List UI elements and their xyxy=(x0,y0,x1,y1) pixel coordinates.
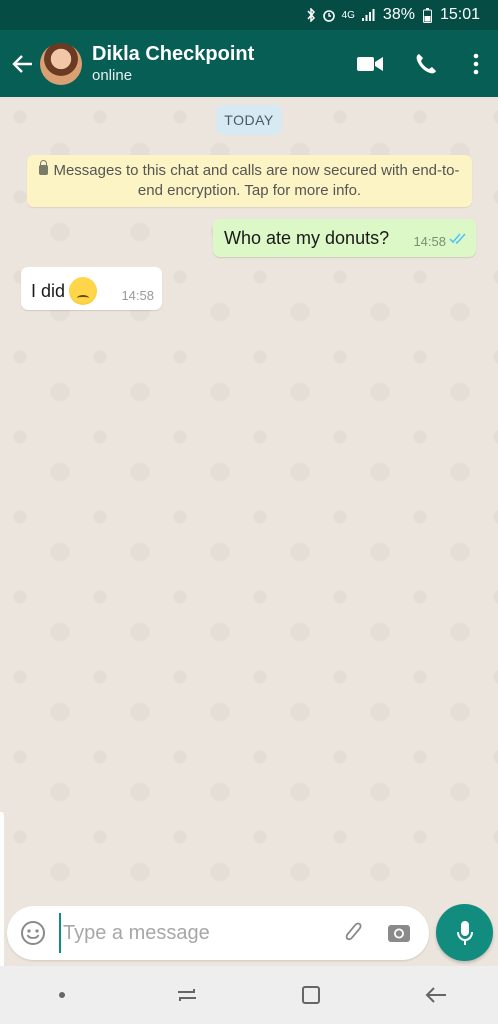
camera-button[interactable] xyxy=(377,911,421,955)
message-content: I did xyxy=(31,277,98,305)
voice-message-button[interactable] xyxy=(436,904,493,961)
status-bar: 4G 38% 15:01 xyxy=(0,0,498,30)
chat-header: Dikla Checkpoint online xyxy=(0,30,498,97)
phone-icon xyxy=(416,53,436,73)
paperclip-icon xyxy=(345,922,362,941)
encryption-notice-text: Messages to this chat and calls are now … xyxy=(53,162,460,199)
lock-icon xyxy=(39,160,49,175)
more-vert-icon xyxy=(473,53,479,74)
message-composer xyxy=(7,906,429,960)
contact-avatar[interactable] xyxy=(40,42,82,85)
attach-button[interactable] xyxy=(333,911,377,955)
alarm-icon xyxy=(322,10,335,22)
status-icons: 4G xyxy=(306,8,375,22)
contact-info[interactable]: Dikla Checkpoint online xyxy=(92,42,342,86)
more-options-button[interactable] xyxy=(454,36,498,92)
message-text: I did xyxy=(31,280,66,301)
chat-area[interactable]: TODAY Messages to this chat and calls ar… xyxy=(0,97,498,987)
video-call-button[interactable] xyxy=(342,36,398,92)
smiley-icon xyxy=(21,921,45,945)
downcast-sweat-face-emoji-icon xyxy=(69,277,98,305)
contact-name: Dikla Checkpoint xyxy=(92,42,255,65)
message-input[interactable] xyxy=(59,913,333,953)
dot-icon xyxy=(59,992,66,998)
back-arrow-icon xyxy=(425,987,446,1003)
message-time: 14:58 xyxy=(413,234,446,249)
back-arrow-icon xyxy=(12,54,32,73)
signal-icon xyxy=(361,9,375,21)
bluetooth-icon xyxy=(307,8,315,22)
emoji-button[interactable] xyxy=(11,911,55,955)
voice-call-button[interactable] xyxy=(398,36,454,92)
clock: 15:01 xyxy=(439,6,480,23)
back-nav-button[interactable] xyxy=(406,970,466,1020)
system-nav-bar xyxy=(0,966,498,1024)
outgoing-message[interactable]: Who ate my donuts? 14:58 xyxy=(213,219,476,257)
nav-dot-button[interactable] xyxy=(32,970,92,1020)
back-button[interactable] xyxy=(6,44,40,84)
message-time: 14:58 xyxy=(121,288,154,303)
battery-percent: 38% xyxy=(382,6,415,23)
home-square-icon xyxy=(302,986,321,1004)
side-handle[interactable] xyxy=(0,812,4,987)
double-check-read-icon xyxy=(449,233,466,244)
recent-apps-icon xyxy=(177,989,196,1001)
recent-apps-button[interactable] xyxy=(157,970,217,1020)
date-chip: TODAY xyxy=(216,105,282,135)
message-text: Who ate my donuts? xyxy=(224,228,390,248)
home-button[interactable] xyxy=(281,970,341,1020)
network-type: 4G xyxy=(341,9,355,21)
incoming-message[interactable]: I did 14:58 xyxy=(21,267,162,310)
encryption-notice[interactable]: Messages to this chat and calls are now … xyxy=(27,155,472,207)
video-camera-icon xyxy=(357,56,383,71)
battery-icon xyxy=(422,7,432,23)
camera-icon xyxy=(388,925,410,942)
microphone-icon xyxy=(456,920,473,945)
presence-status: online xyxy=(92,66,133,84)
